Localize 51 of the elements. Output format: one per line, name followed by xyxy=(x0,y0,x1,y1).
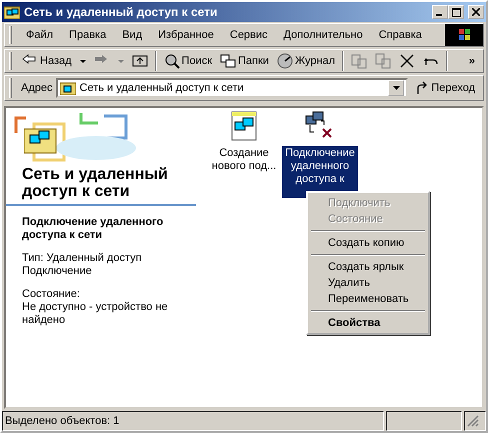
copy-icon xyxy=(375,53,392,69)
caret-icon xyxy=(392,86,400,90)
menu-item[interactable]: Создать копию xyxy=(310,235,426,251)
caret-icon xyxy=(118,60,124,62)
folder-icon xyxy=(60,81,76,95)
minimize-button[interactable] xyxy=(432,5,448,19)
item-type: Тип: Удаленный доступ Подключение xyxy=(21,252,143,278)
dropdown-button[interactable] xyxy=(388,80,404,96)
network-folder-icon xyxy=(24,126,58,154)
resize-grip-icon xyxy=(467,415,479,427)
status-text: Выделено объектов: 1 xyxy=(2,411,384,431)
status-text: Не доступно - устройство не найдено xyxy=(21,301,169,327)
delete-icon xyxy=(399,53,416,69)
menu-item[interactable]: Создать ярлык xyxy=(310,259,426,275)
icon-label[interactable]: Создание нового под... xyxy=(206,146,282,174)
window-title: Сеть и удаленный доступ к сети xyxy=(24,4,218,21)
icon-label[interactable]: Подключение удаленного доступа к xyxy=(282,146,358,198)
menu-item[interactable]: Сервис xyxy=(222,24,276,46)
back-button[interactable]: Назад xyxy=(18,50,76,72)
maximize-button[interactable] xyxy=(448,5,464,19)
history-icon xyxy=(276,53,293,69)
close-button[interactable] xyxy=(468,5,484,19)
menu-item[interactable]: Избранное xyxy=(150,24,222,46)
panel-title: Сеть и удаленный доступ к сети xyxy=(21,166,169,200)
folder-up-icon xyxy=(132,53,148,69)
address-label: Адрес xyxy=(21,80,52,96)
status-label: Состояние: xyxy=(21,288,81,301)
move-icon xyxy=(351,53,368,69)
search-button[interactable]: Поиск xyxy=(160,50,216,72)
menu-item[interactable]: Удалить xyxy=(310,275,426,291)
go-arrow-icon xyxy=(415,81,430,95)
menu-item[interactable]: Справка xyxy=(370,24,430,46)
menu-item[interactable]: Вид xyxy=(114,24,150,46)
menu-item[interactable]: Свойства xyxy=(310,315,426,331)
menu-item[interactable]: Переименовать xyxy=(310,291,426,307)
maximize-icon xyxy=(452,8,460,16)
more-button[interactable]: » xyxy=(464,50,479,72)
address-field[interactable]: Сеть и удаленный доступ к сети xyxy=(56,78,408,98)
go-button[interactable]: Переход xyxy=(411,78,479,98)
menu-item[interactable]: Файл xyxy=(18,24,62,46)
folder-icon xyxy=(4,5,20,19)
close-icon xyxy=(472,8,480,16)
folders-icon xyxy=(220,53,236,69)
folders-button[interactable]: Папки xyxy=(216,50,273,72)
item-title: Подключение удаленного доступа к сети xyxy=(21,216,164,242)
menu-item[interactable]: Дополнительно xyxy=(276,24,371,46)
menu-item[interactable]: Правка xyxy=(61,24,114,46)
search-icon xyxy=(164,53,180,69)
caret-icon xyxy=(80,60,86,62)
history-button[interactable]: Журнал xyxy=(272,50,340,72)
windows-logo-icon xyxy=(445,24,483,46)
